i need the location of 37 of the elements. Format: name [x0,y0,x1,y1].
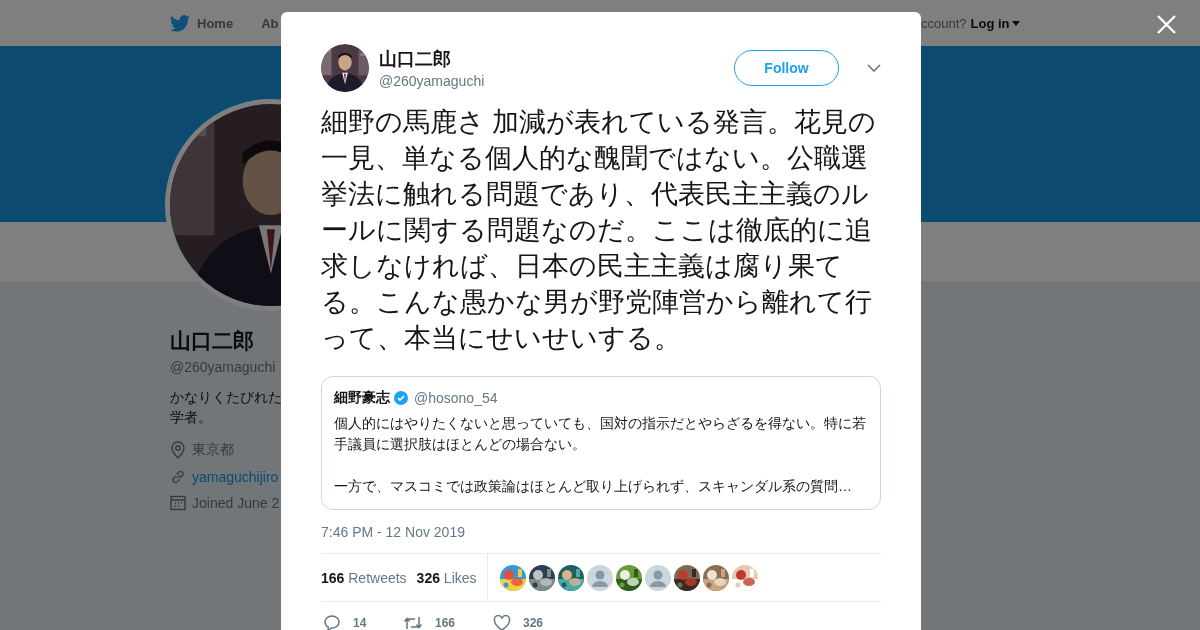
follow-button[interactable]: Follow [734,50,839,86]
likes-link[interactable]: 326 Likes [416,569,477,586]
profile-bio: かなりくたびれた学者。 [170,388,283,427]
tweet-timestamp: 7:46 PM - 12 Nov 2019 [321,524,466,540]
profile-name: 山口二郎 [170,328,254,354]
caret-icon [1011,20,1020,26]
bird-icon [170,14,190,32]
home-label: Home [197,15,234,31]
reply-icon[interactable] [323,614,341,630]
default-avatar-icon[interactable] [586,564,613,591]
quoted-tweet[interactable]: 細野豪志 @hosono_54 個人的にはやりたくないと思っていても、国対の指示だとやらざるを得ない。特に若手議員に選択肢はほとんどの場合ない。 一方で、マスコミでは政策論はほとんど取り上げられず、スキャンダル系の質問… [321,376,881,510]
tweet-text: 細野の馬鹿さ 加減が表れている発言。花見の一見、単なる個人的な醜聞ではない。公職選挙法に触れる問題であり、代表民主主義のルールに関する問題なのだ。ここは徹底的に追求しなければ、日本の民主主義は腐り果てる。こんな愚かな男が野党陣営から離れて行って、本当にせいせいする。 [321,106,878,355]
retweet-icon[interactable] [403,615,423,630]
profile-location: 東京都 [192,441,234,459]
chevron-icon[interactable] [867,64,881,72]
quoted-tweet-paragraph: 個人的にはやりたくないと思っていても、国対の指示だとやらざるを得ない。特に若手議員に選択肢はほとんどの場合ない。 [334,414,867,454]
like-count: 326 [522,616,543,630]
quoted-tweet-paragraph: 一方で、マスコミでは政策論はほとんど取り上げられず、スキャンダル系の質問… [334,477,853,496]
author-name: 山口二郎 [379,48,452,71]
profile-joined: Joined June 2 [192,495,280,511]
quoted-author-handle: @hosono_54 [414,390,498,406]
default-avatar-icon[interactable] [644,564,671,591]
link-icon [170,469,186,485]
profile-handle: @260yamaguchi [170,359,276,375]
nav-link[interactable]: Ab [261,15,279,31]
calendar-icon [170,495,186,511]
close-icon[interactable] [1156,14,1177,35]
retweets-link[interactable]: 166 Retweets [321,569,407,586]
reply-count: 14 [353,616,367,630]
home-link[interactable]: Home [170,14,234,32]
account-prompt: ccount? [921,15,967,31]
quoted-author-name: 細野豪志 [334,389,390,407]
heart-icon[interactable] [493,615,511,630]
location-pin-icon [170,441,186,459]
author-handle: @260yamaguchi [379,73,486,89]
login-link[interactable]: Log in [970,15,1020,31]
retweet-count: 166 [435,616,456,630]
